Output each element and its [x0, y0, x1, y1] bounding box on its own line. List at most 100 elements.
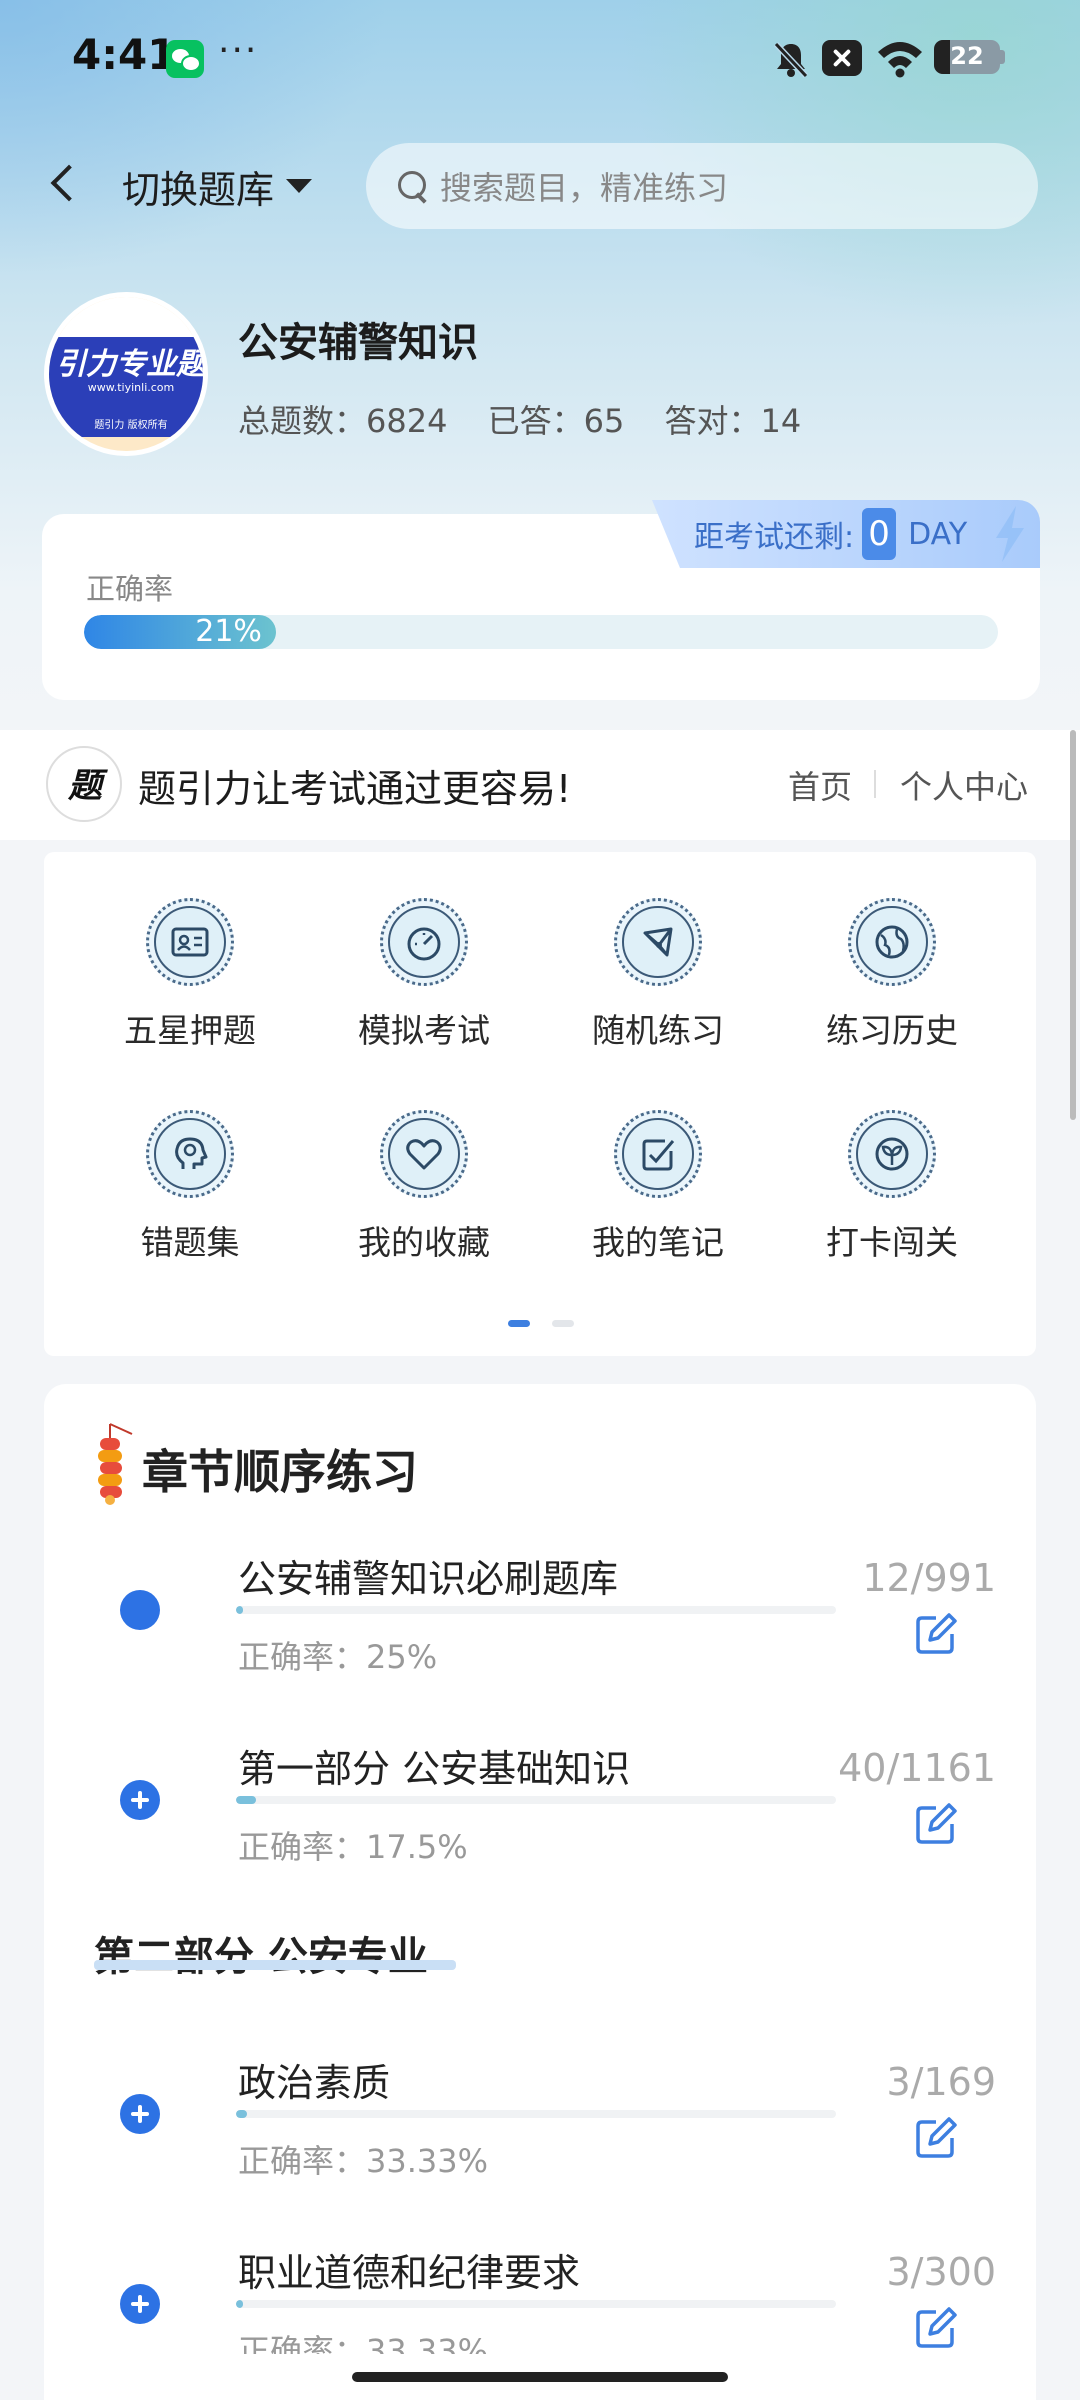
- id-card-icon: [146, 898, 234, 986]
- part-two-title: 第二部分 公安专业: [94, 1934, 428, 1980]
- part-two-underline: [94, 1960, 456, 1970]
- chapter-section-title: 章节顺序练习: [142, 1445, 418, 1499]
- search-input[interactable]: 搜索题目，精准练习: [366, 143, 1038, 229]
- gauge-icon: [380, 898, 468, 986]
- edit-icon[interactable]: [914, 2306, 958, 2350]
- countdown-unit: DAY: [908, 516, 968, 552]
- battery-level: 22: [950, 42, 984, 70]
- status-time: 4:41: [72, 30, 177, 79]
- chapter-dot-icon: [120, 1590, 160, 1630]
- bank-logo-top: [49, 297, 203, 337]
- chapter-accuracy: 正确率：33.33%: [238, 2332, 489, 2354]
- total-count: 总题数：6824: [238, 402, 448, 440]
- exam-countdown: 距考试还剩: 0 DAY: [652, 500, 1040, 568]
- chapter-name: 第一部分 公安基础知识: [238, 1747, 631, 1791]
- grid-item-notes[interactable]: 我的笔记: [558, 1110, 758, 1270]
- expand-plus-icon[interactable]: [120, 2284, 160, 2324]
- status-bar: 4:41 ··· 22: [0, 0, 1080, 118]
- bank-logo-sub: 题引力 版权所有: [49, 415, 203, 437]
- chapter-progress-fill: [236, 2300, 244, 2308]
- nav-profile-link[interactable]: 个人中心: [900, 762, 1028, 808]
- close-badge-icon: [822, 40, 862, 76]
- brand-slogan: 题引力让考试通过更容易!: [138, 767, 572, 811]
- checked-note-icon: [614, 1110, 702, 1198]
- answered-count: 已答：65: [487, 402, 625, 440]
- expand-plus-icon[interactable]: [120, 1780, 160, 1820]
- chapter-name: 公安辅警知识必刷题库: [238, 1557, 619, 1601]
- grid-label: 打卡闯关: [826, 1223, 958, 1262]
- search-placeholder: 搜索题目，精准练习: [440, 169, 729, 207]
- edit-icon[interactable]: [914, 1802, 958, 1846]
- chapter-name: 政治素质: [238, 2061, 391, 2105]
- bank-title: 公安辅警知识: [238, 320, 478, 366]
- chapter-row[interactable]: 政治素质 正确率：33.33% 3/169: [0, 2052, 1080, 2232]
- chapter-count: 12/991: [862, 1556, 996, 1600]
- nav-divider: [874, 770, 876, 798]
- edit-icon[interactable]: [914, 2116, 958, 2160]
- chapter-progress-bar: [236, 1606, 836, 1614]
- firecracker-icon: [98, 1423, 133, 1505]
- bank-logo-text: 引力专业题: [56, 347, 206, 382]
- brand-bar: 题 题引力让考试通过更容易! 首页 个人中心: [0, 730, 1080, 840]
- grid-item-random-practice[interactable]: 随机练习: [558, 898, 758, 1058]
- grid-label: 我的收藏: [358, 1223, 490, 1262]
- caret-down-icon: [286, 179, 313, 193]
- chapter-progress-fill: [236, 1606, 244, 1614]
- grid-item-check-in[interactable]: 打卡闯关: [792, 1110, 992, 1270]
- grid-item-mock-exam[interactable]: 模拟考试: [324, 898, 524, 1058]
- switch-bank-dropdown[interactable]: 切换题库: [122, 158, 313, 214]
- grid-label: 我的笔记: [592, 1223, 724, 1262]
- chapter-row[interactable]: 职业道德和纪律要求 正确率：33.33% 3/300: [0, 2242, 1080, 2354]
- home-indicator[interactable]: [352, 2372, 728, 2382]
- bell-off-icon: [773, 41, 809, 79]
- scrollbar[interactable]: [1070, 730, 1076, 1120]
- feature-grid: 五星押题 模拟考试 随机练习 练习历史 错题集 我的收藏 我的笔记 打卡闯关: [44, 852, 1036, 1356]
- edit-icon[interactable]: [914, 1612, 958, 1656]
- chapter-progress-fill: [236, 1796, 257, 1804]
- page-indicator-dot[interactable]: [552, 1320, 574, 1327]
- back-button[interactable]: [40, 156, 90, 212]
- chapter-accuracy: 正确率：17.5%: [238, 1828, 468, 1866]
- screen: 4:41 ··· 22 切换题库 搜索题目，精准练习 引力专业题 www.tiy…: [0, 0, 1080, 2400]
- grid-item-practice-history[interactable]: 练习历史: [792, 898, 992, 1058]
- bolt-icon: [996, 506, 1024, 562]
- chapter-row[interactable]: 第一部分 公安基础知识 正确率：17.5% 40/1161: [0, 1738, 1080, 1918]
- network-icon: [614, 898, 702, 986]
- chapter-count: 40/1161: [838, 1746, 996, 1790]
- chapter-name: 职业道德和纪律要求: [238, 2251, 581, 2295]
- bank-logo: 引力专业题 www.tiyinli.com 题引力 版权所有: [44, 292, 208, 456]
- chapter-count: 3/169: [886, 2060, 996, 2104]
- expand-plus-icon[interactable]: [120, 2094, 160, 2134]
- chapter-row[interactable]: 公安辅警知识必刷题库 正确率：25% 12/991: [0, 1548, 1080, 1728]
- nav-home-link[interactable]: 首页: [788, 762, 852, 808]
- grid-label: 练习历史: [826, 1011, 958, 1050]
- grid-label: 五星押题: [124, 1011, 256, 1050]
- grid-item-five-star[interactable]: 五星押题: [90, 898, 290, 1058]
- bank-stats: 总题数：6824 已答：65 答对：14: [238, 396, 831, 442]
- chapter-progress-bar: [236, 2300, 836, 2308]
- countdown-label: 距考试还剩:: [694, 520, 855, 555]
- brand-logo-glyph: 题: [68, 766, 102, 806]
- chapter-progress-bar: [236, 1796, 836, 1804]
- grid-item-wrong-questions[interactable]: 错题集: [90, 1110, 290, 1270]
- battery-icon: 22: [934, 40, 1000, 74]
- accuracy-progress-bar: 21%: [84, 615, 998, 649]
- head-icon: [146, 1110, 234, 1198]
- wechat-icon: [166, 40, 204, 78]
- search-icon: [396, 169, 430, 203]
- accuracy-label: 正确率: [86, 572, 174, 606]
- grid-item-favorites[interactable]: 我的收藏: [324, 1110, 524, 1270]
- grid-label: 模拟考试: [358, 1011, 490, 1050]
- grid-label: 随机练习: [592, 1011, 724, 1050]
- leaf-icon: [848, 1110, 936, 1198]
- correct-count: 答对：14: [664, 402, 802, 440]
- heart-icon: [380, 1110, 468, 1198]
- accuracy-value: 21%: [195, 615, 262, 649]
- wifi-icon: [878, 42, 922, 78]
- brand-logo: 题: [46, 746, 122, 822]
- chapter-progress-fill: [236, 2110, 247, 2118]
- battery-tip: [1000, 50, 1005, 64]
- switch-bank-label: 切换题库: [122, 167, 275, 212]
- chapter-accuracy: 正确率：33.33%: [238, 2142, 489, 2180]
- countdown-value: 0: [862, 508, 897, 560]
